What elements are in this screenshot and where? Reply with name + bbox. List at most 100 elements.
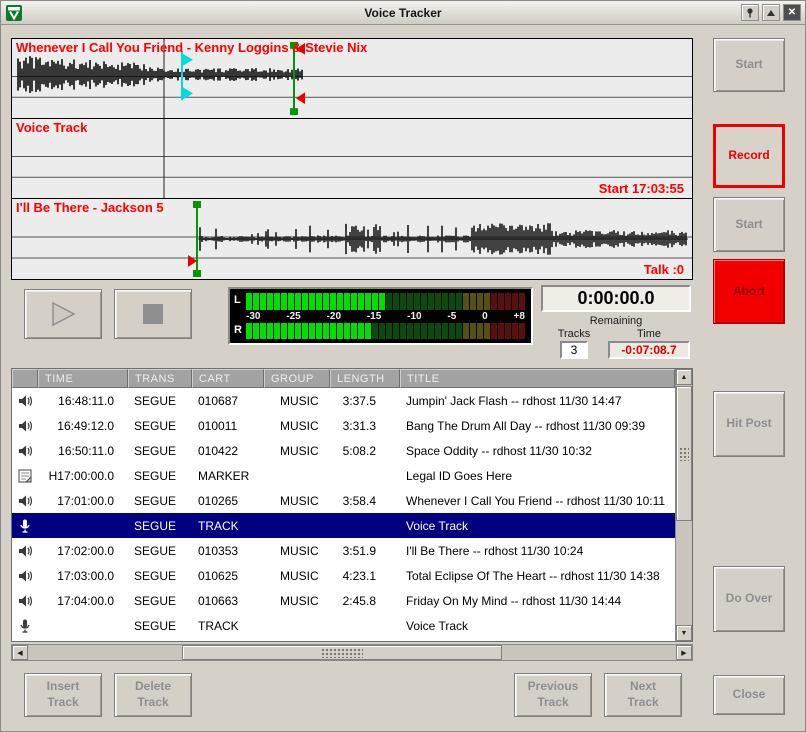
playlist-vertical-scrollbar[interactable]: ▲ ▼ [675,369,692,641]
cell-trans: SEGUE [128,544,192,558]
playlist-row[interactable]: 17:01:00.0SEGUE010265MUSIC3:58.4Whenever… [12,488,675,513]
playlist-horizontal-scrollbar[interactable]: ◀ ▶ [11,644,693,661]
close-button[interactable]: Close [713,675,785,715]
playlist-row[interactable]: 16:50:11.0SEGUE010422MUSIC5:08.2Space Od… [12,438,675,463]
scroll-down-button[interactable]: ▼ [676,625,692,641]
cell-trans: SEGUE [128,444,192,458]
header-length[interactable]: LENGTH [330,369,400,388]
header-group[interactable]: GROUP [264,369,330,388]
speaker-icon [12,418,38,434]
voice-tracker-window: Voice Tracker ✕ Whenever I Call You Frie… [0,0,806,732]
playlist-row[interactable]: 17:02:00.0SEGUE010353MUSIC3:51.9I'll Be … [12,538,675,563]
meter-scale-label: 0 [482,310,488,323]
cell-group: MUSIC [264,394,330,408]
insert-track-button[interactable]: Insert Track [24,673,102,717]
cell-group: MUSIC [264,494,330,508]
cell-group: MUSIC [264,569,330,583]
track-strip-1[interactable]: Whenever I Call You Friend - Kenny Loggi… [12,39,692,119]
waveform-strip-2[interactable] [12,119,692,198]
start-button-1[interactable]: Start [713,38,785,92]
meter-scale-label: -15 [367,310,381,323]
titlebar[interactable]: Voice Tracker ✕ [1,1,805,25]
shade-button[interactable] [762,4,780,21]
elapsed-time-display: 0:00:00.0 [541,285,691,312]
meter-scale-label: -5 [447,310,456,323]
cell-group: MUSIC [264,544,330,558]
previous-track-button[interactable]: Previous Track [514,673,592,717]
playlist-row[interactable]: 16:49:12.0SEGUE010011MUSIC3:31.3Bang The… [12,413,675,438]
cell-trans: SEGUE [128,519,192,533]
cell-group: MUSIC [264,594,330,608]
abort-button[interactable]: Abort [713,259,785,324]
delete-track-button[interactable]: Delete Track [114,673,192,717]
scroll-left-button[interactable]: ◀ [12,645,28,660]
playlist-row[interactable]: H17:00:00.0SEGUEMARKERLegal ID Goes Here [12,463,675,488]
strip-3-annotation: Talk :0 [644,262,684,277]
cell-cart: 010663 [192,594,264,608]
cell-length: 3:37.5 [330,394,400,408]
strip-3-title: I'll Be There - Jackson 5 [16,200,164,215]
track-strip-3[interactable]: I'll Be There - Jackson 5 Talk :0 [12,199,692,279]
close-window-button[interactable]: ✕ [783,4,801,21]
scroll-up-button[interactable]: ▲ [676,369,692,385]
cell-cart: TRACK [192,619,264,633]
cell-length: 3:51.9 [330,544,400,558]
playlist-row[interactable]: 16:48:11.0SEGUE010687MUSIC3:37.5Jumpin' … [12,388,675,413]
horizontal-scroll-thumb[interactable] [182,645,502,660]
pin-button[interactable] [741,4,759,21]
audio-meter: L -30 -25 -20 -15 -10 -5 0 +8 R [228,287,533,345]
header-icon-column[interactable] [12,369,38,388]
remaining-tracks-value: 3 [560,341,588,359]
meter-right-segments [246,323,525,340]
meter-scale-label: -10 [407,310,421,323]
cell-title: Jumpin' Jack Flash -- rdhost 11/30 14:47 [400,394,675,408]
strip-1-title: Whenever I Call You Friend - Kenny Loggi… [16,40,367,55]
window-title: Voice Tracker [1,6,805,20]
cell-cart: 010353 [192,544,264,558]
header-cart[interactable]: CART [192,369,264,388]
cell-cart: TRACK [192,519,264,533]
up-arrow-icon [766,8,776,18]
remaining-time-value: -0:07:08.7 [608,341,690,359]
cell-cart: MARKER [192,469,264,483]
header-time[interactable]: TIME [38,369,128,388]
start-button-2[interactable]: Start [713,197,785,252]
cell-length: 3:31.3 [330,419,400,433]
stop-button[interactable] [114,289,192,339]
cell-time: 16:50:11.0 [38,444,128,458]
cell-trans: SEGUE [128,494,192,508]
record-button[interactable]: Record [713,124,785,188]
playlist-row[interactable]: 17:03:00.0SEGUE010625MUSIC4:23.1Total Ec… [12,563,675,588]
playlist-row[interactable]: 17:04:00.0SEGUE010663MUSIC2:45.8Friday O… [12,588,675,613]
header-trans[interactable]: TRANS [128,369,192,388]
playlist-row[interactable]: SEGUETRACKVoice Track [12,613,675,638]
cell-title: I'll Be There -- rdhost 11/30 10:24 [400,544,675,558]
meter-left-segments [246,293,525,310]
next-track-button[interactable]: Next Track [604,673,682,717]
hit-post-button[interactable]: Hit Post [713,391,785,457]
playlist-row[interactable]: SEGUETRACK Voice Track [12,513,675,538]
cell-time: 17:03:00.0 [38,569,128,583]
play-button[interactable] [24,289,102,339]
cell-title: Voice Track [400,519,675,533]
cell-trans: SEGUE [128,469,192,483]
speaker-icon [12,593,38,609]
cell-title: Friday On My Mind -- rdhost 11/30 14:44 [400,594,675,608]
speaker-icon [12,443,38,459]
track-strips: Whenever I Call You Friend - Kenny Loggi… [11,38,693,280]
track-strip-2[interactable]: Voice Track Start 17:03:55 [12,119,692,199]
playlist-header: TIME TRANS CART GROUP LENGTH TITLE [12,369,675,388]
meter-scale-label: -30 [246,310,260,323]
cell-time: 17:02:00.0 [38,544,128,558]
do-over-button[interactable]: Do Over [713,566,785,632]
cell-cart: 010687 [192,394,264,408]
header-title[interactable]: TITLE [400,369,675,388]
scroll-right-button[interactable]: ▶ [676,645,692,660]
vertical-scroll-thumb[interactable] [676,386,692,521]
cell-title: Bang The Drum All Day -- rdhost 11/30 09… [400,419,675,433]
cell-length: 3:58.4 [330,494,400,508]
speaker-icon [12,568,38,584]
meter-scale: -30 -25 -20 -15 -10 -5 0 +8 [246,310,525,323]
cell-time: 17:04:00.0 [38,594,128,608]
cell-cart: 010265 [192,494,264,508]
